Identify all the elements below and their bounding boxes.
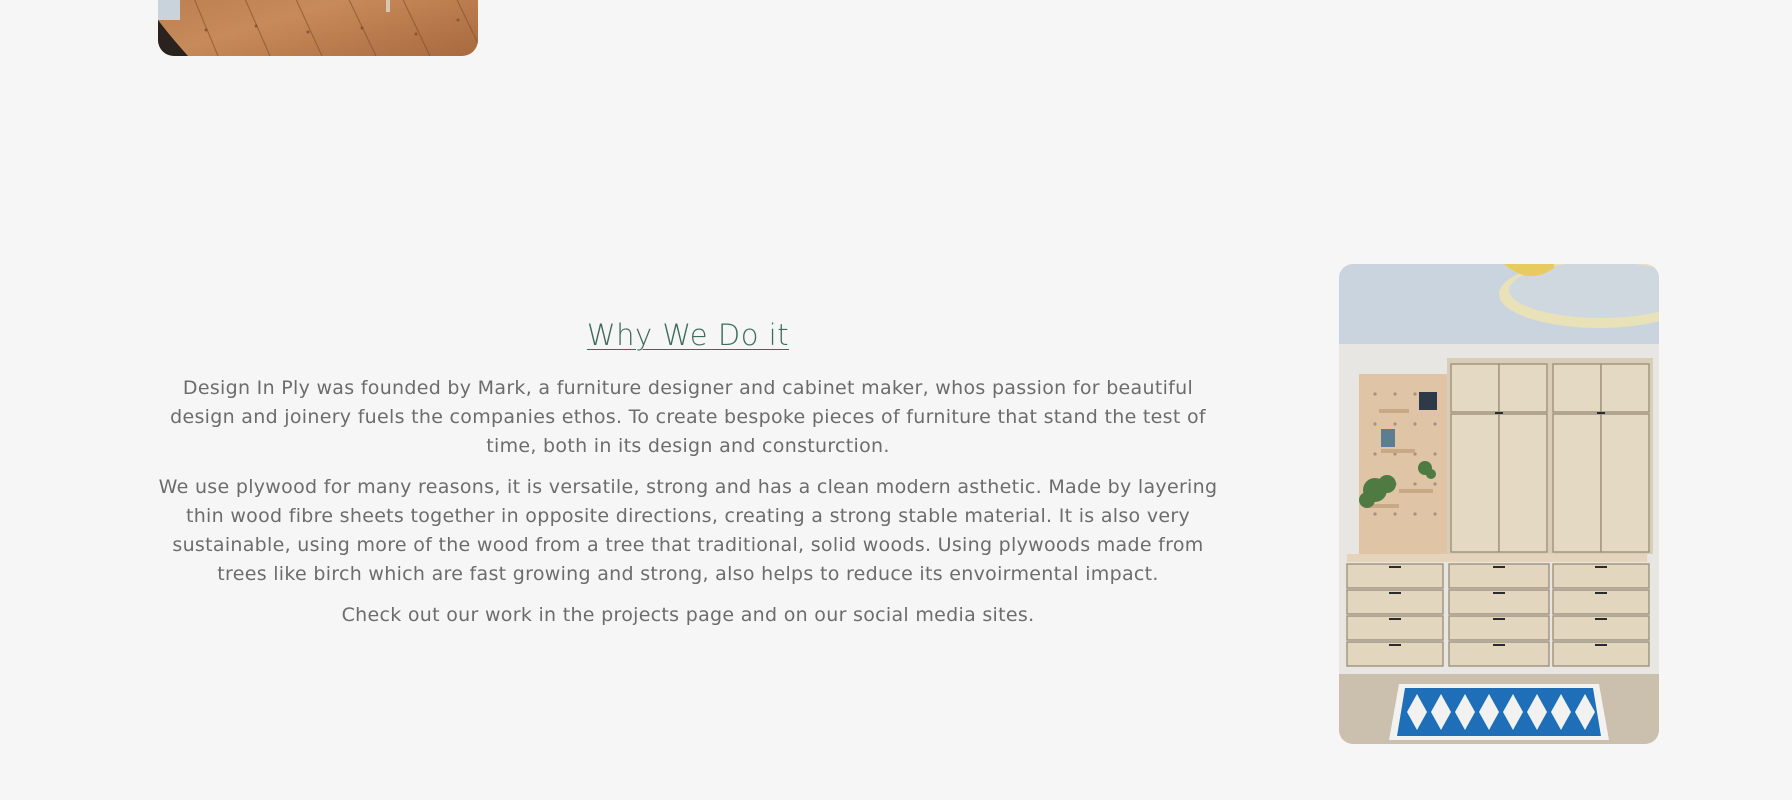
plywood-wardrobe-photo [1339, 264, 1659, 744]
paragraph-check-out: Check out our work in the projects page … [341, 604, 1035, 626]
section-title: Why We Do it [586, 318, 790, 352]
paragraph-plywood: We use plywood for many reasons, it is v… [158, 476, 1218, 585]
why-we-do-it-section: Why We Do it Design In Ply was founded b… [158, 318, 1218, 642]
paragraph-founder: Design In Ply was founded by Mark, a fur… [170, 377, 1206, 457]
page: Why We Do it Design In Ply was founded b… [0, 0, 1792, 800]
wooden-floor-photo [158, 0, 478, 56]
